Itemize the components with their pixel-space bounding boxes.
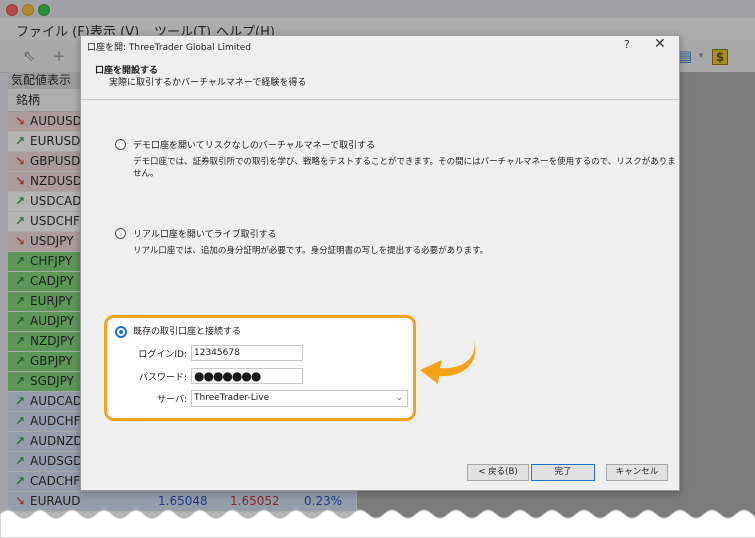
pointer-arrow-icon [420,340,476,384]
real-account-label[interactable]: リアル口座を開いてライブ取引する [133,227,277,240]
existing-account-label[interactable]: 既存の取引口座と接続する [133,324,241,337]
help-icon[interactable]: ? [624,38,630,51]
divider [81,99,679,100]
server-select-value: ThreeTrader-Live [194,393,270,403]
cancel-button[interactable]: キャンセル [606,464,668,481]
back-button[interactable]: < 戻る(B) [467,464,529,481]
torn-edge [0,509,755,538]
existing-account-radio[interactable] [115,326,127,338]
login-id-label: ログインID: [138,350,187,360]
password-label: パスワード: [138,373,187,383]
password-field[interactable]: ●●●●●●● [191,368,303,384]
dialog-title: 口座を開: ThreeTrader Global Limited [87,43,252,53]
server-select[interactable]: ThreeTrader-Live ⌄ [191,390,408,407]
login-id-field[interactable]: 12345678 [191,345,303,361]
real-account-description: リアル口座では、追加の身分証明が必要です。身分証明書の写しを提出する必要がありま… [133,246,489,256]
server-label: サーバ: [157,395,187,405]
demo-account-label[interactable]: デモ口座を開いてリスクなしのバーチャルマネーで取引する [133,138,375,151]
demo-account-radio[interactable] [115,139,126,150]
finish-button[interactable]: 完了 [531,464,595,481]
real-account-radio[interactable] [115,228,126,239]
demo-account-description: デモ口座では、証券取引所での取引を学び、戦略をテストすることができます。その間に… [133,157,676,179]
close-icon[interactable]: ✕ [654,36,666,52]
open-account-dialog: 口座を開: ThreeTrader Global Limited ? ✕ 口座を… [80,35,680,491]
dialog-subheading: 実際に取引するかバーチャルマネーで経験を得る [109,78,307,88]
existing-account-panel: 既存の取引口座と接続する ログインID: 12345678 パスワード: ●●●… [104,315,416,421]
chevron-down-icon: ⌄ [395,393,403,403]
